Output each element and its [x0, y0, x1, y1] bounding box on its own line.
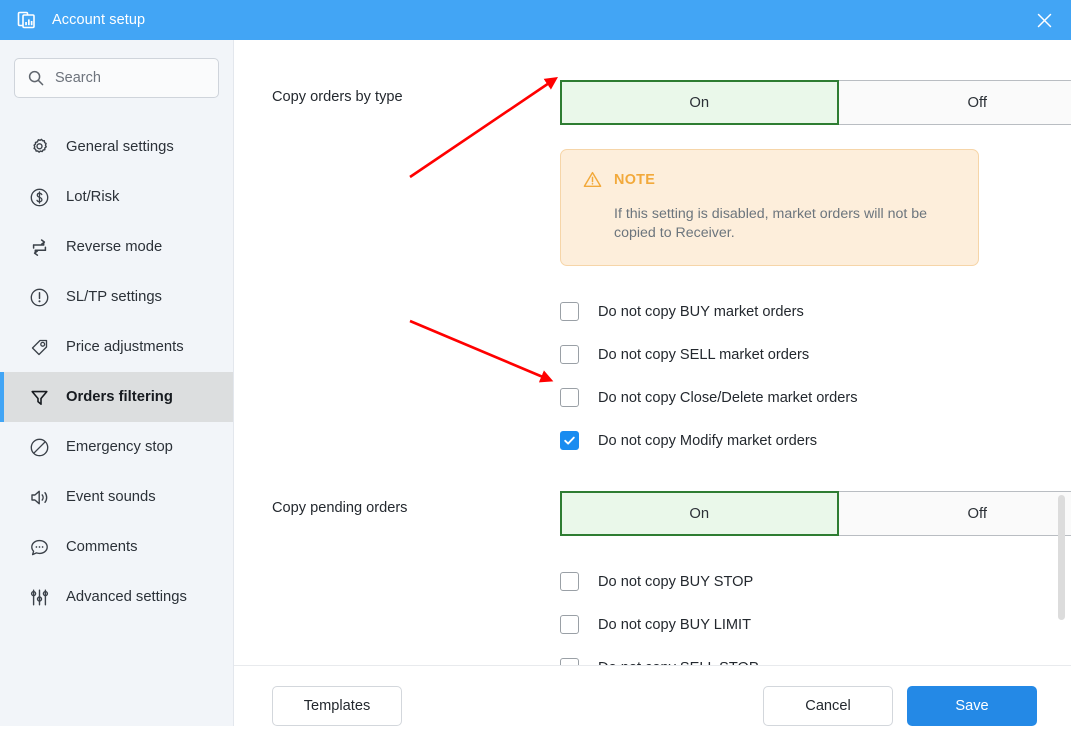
sidebar-item-label: Comments [66, 539, 138, 555]
sidebar-item-reverse-mode[interactable]: Reverse mode [0, 222, 233, 272]
sidebar-item-emergency-stop[interactable]: Emergency stop [0, 422, 233, 472]
window-body: Search General settings Lot/Risk Reverse… [0, 40, 1071, 745]
checkbox-label: Do not copy BUY LIMIT [598, 616, 752, 633]
toggle-on-button[interactable]: On [560, 491, 839, 536]
check-icon [564, 436, 575, 445]
sidebar-item-label: General settings [66, 139, 174, 155]
sidebar-item-general-settings[interactable]: General settings [0, 122, 233, 172]
warning-triangle-icon [583, 170, 602, 189]
checkbox-label: Do not copy SELL STOP [598, 660, 759, 666]
checkbox-box[interactable] [560, 345, 579, 364]
checkbox-row[interactable]: Do not copy SELL STOP [560, 646, 1037, 666]
save-button[interactable]: Save [907, 685, 1037, 726]
checkbox-box[interactable] [560, 572, 579, 591]
settings-inner: Copy orders by type On Off NOTE If this … [234, 80, 1071, 666]
section-copy-orders-by-type: Copy orders by type On Off NOTE If this … [272, 80, 1071, 462]
search-placeholder: Search [55, 70, 101, 86]
checkbox-label: Do not copy Modify market orders [598, 432, 817, 449]
section-copy-pending-orders: Copy pending orders On Off Do not copy B… [272, 491, 1071, 666]
sidebar-item-label: Reverse mode [66, 239, 163, 255]
content-column: Copy orders by type On Off NOTE If this … [234, 40, 1071, 745]
checkbox-row[interactable]: Do not copy Modify market orders [560, 419, 1037, 462]
swap-arrows-icon [28, 236, 50, 258]
window-title: Account setup [52, 12, 146, 28]
account-setup-window: Account setup Search General settings Lo… [0, 0, 1071, 745]
section-label: Copy orders by type [272, 89, 403, 105]
scrollbar-thumb[interactable] [1058, 495, 1065, 620]
checkbox-box[interactable] [560, 388, 579, 407]
checkbox-row[interactable]: Do not copy BUY LIMIT [560, 603, 1037, 646]
sidebar-item-orders-filtering[interactable]: Orders filtering [0, 372, 233, 422]
copy-orders-by-type-toggle: On Off [560, 80, 1071, 125]
close-icon[interactable] [1029, 5, 1059, 35]
checkbox-label: Do not copy Close/Delete market orders [598, 389, 858, 406]
checkbox-box[interactable] [560, 431, 579, 450]
exclamation-circle-icon [28, 286, 50, 308]
sidebar-item-label: Emergency stop [66, 439, 173, 455]
note-title: NOTE [614, 171, 656, 188]
tag-icon [28, 336, 50, 358]
dollar-circle-icon [28, 186, 50, 208]
title-bar: Account setup [0, 0, 1071, 40]
checkbox-label: Do not copy BUY market orders [598, 303, 804, 320]
chat-bubble-icon [28, 536, 50, 558]
copy-pending-orders-toggle: On Off [560, 491, 1071, 536]
checkbox-row[interactable]: Do not copy BUY market orders [560, 290, 1037, 333]
funnel-icon [28, 386, 50, 408]
note-text: If this setting is disabled, market orde… [614, 206, 928, 241]
search-input[interactable]: Search [14, 58, 219, 98]
sidebar-item-advanced-settings[interactable]: Advanced settings [0, 572, 233, 622]
sidebar-item-label: Price adjustments [66, 339, 184, 355]
note-box: NOTE If this setting is disabled, market… [560, 149, 979, 266]
footer-bar: Templates Cancel Save [234, 666, 1071, 745]
sidebar-item-label: Event sounds [66, 489, 156, 505]
section-controls: On Off Do not copy BUY STOP Do not copy … [560, 491, 1071, 666]
sidebar-item-label: Orders filtering [66, 389, 173, 405]
checkbox-row[interactable]: Do not copy BUY STOP [560, 560, 1037, 603]
sliders-icon [28, 586, 50, 608]
no-entry-icon [28, 436, 50, 458]
section-controls: On Off NOTE If this setting is disabled,… [560, 80, 1071, 462]
search-wrap: Search [0, 58, 233, 98]
sidebar-item-label: Lot/Risk [66, 189, 120, 205]
sidebar-item-event-sounds[interactable]: Event sounds [0, 472, 233, 522]
sidebar-item-comments[interactable]: Comments [0, 522, 233, 572]
checkbox-box[interactable] [560, 658, 579, 665]
sidebar-item-lot-risk[interactable]: Lot/Risk [0, 172, 233, 222]
sidebar-item-sltp-settings[interactable]: SL/TP settings [0, 272, 233, 322]
pending-order-checkbox-list: Do not copy BUY STOP Do not copy BUY LIM… [560, 560, 1037, 666]
scrollbar-track[interactable] [1058, 80, 1065, 665]
sidebar-item-price-adjustments[interactable]: Price adjustments [0, 322, 233, 372]
gear-icon [28, 136, 50, 158]
sidebar-item-label: SL/TP settings [66, 289, 162, 305]
templates-button[interactable]: Templates [272, 685, 402, 726]
checkbox-row[interactable]: Do not copy Close/Delete market orders [560, 376, 1037, 419]
sidebar-nav: General settings Lot/Risk Reverse mode S… [0, 122, 233, 622]
sidebar-item-label: Advanced settings [66, 589, 187, 605]
settings-scroll-area: Copy orders by type On Off NOTE If this … [234, 40, 1071, 666]
checkbox-box[interactable] [560, 302, 579, 321]
copy-document-chart-icon [16, 9, 38, 31]
speaker-icon [28, 486, 50, 508]
checkbox-row[interactable]: Do not copy SELL market orders [560, 333, 1037, 376]
toggle-off-button[interactable]: Off [838, 491, 1071, 536]
toggle-on-button[interactable]: On [560, 80, 839, 125]
search-icon [27, 70, 44, 87]
market-order-checkbox-list: Do not copy BUY market orders Do not cop… [560, 290, 1037, 462]
checkbox-label: Do not copy SELL market orders [598, 346, 810, 363]
section-label: Copy pending orders [272, 500, 408, 516]
toggle-off-button[interactable]: Off [838, 80, 1071, 125]
checkbox-label: Do not copy BUY STOP [598, 573, 754, 590]
cancel-button[interactable]: Cancel [763, 685, 893, 726]
note-header: NOTE [583, 170, 956, 189]
sidebar: Search General settings Lot/Risk Reverse… [0, 40, 234, 726]
checkbox-box[interactable] [560, 615, 579, 634]
